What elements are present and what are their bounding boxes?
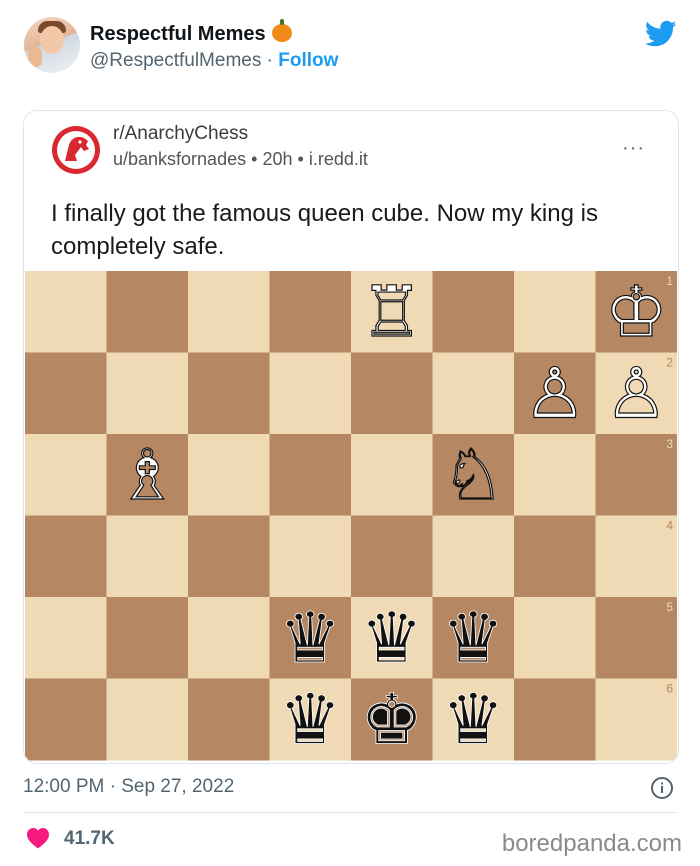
chess-board-image[interactable]: 1 2 3 4 5 6 ♖ ♔ ♙ ♙ ♗ ♘ ♛ ♛ ♛ ♛ ♚ ♛ bbox=[25, 271, 677, 763]
black-queen-icon: ♛ bbox=[360, 597, 423, 679]
board-square bbox=[106, 597, 189, 679]
rank-label: 4 bbox=[666, 519, 673, 533]
divider bbox=[23, 812, 677, 813]
board-square bbox=[514, 434, 596, 516]
pumpkin-icon bbox=[271, 19, 292, 42]
board-square bbox=[514, 271, 596, 353]
twitter-bird-icon[interactable] bbox=[645, 20, 677, 48]
post-domain[interactable]: i.redd.it bbox=[309, 149, 368, 169]
board-square bbox=[25, 515, 107, 598]
board-square bbox=[188, 352, 270, 435]
like-count[interactable]: 41.7K bbox=[64, 828, 115, 850]
board-square bbox=[595, 515, 677, 598]
board-square bbox=[269, 434, 352, 516]
board-square bbox=[106, 678, 189, 761]
board-square bbox=[595, 678, 677, 761]
board-square bbox=[188, 515, 270, 598]
board-square bbox=[106, 271, 189, 353]
board-square bbox=[188, 434, 270, 516]
white-pawn-icon: ♙ bbox=[523, 352, 586, 434]
rank-label: 3 bbox=[666, 437, 673, 451]
board-square bbox=[514, 597, 596, 679]
rank-label: 6 bbox=[666, 682, 673, 696]
board-square bbox=[25, 678, 107, 761]
board-square bbox=[595, 597, 677, 679]
subreddit-knight-logo bbox=[52, 126, 100, 174]
handle-row: @RespectfulMemes · Follow bbox=[90, 50, 338, 72]
board-square bbox=[106, 515, 189, 598]
black-queen-icon: ♛ bbox=[279, 597, 342, 679]
black-queen-icon: ♛ bbox=[279, 678, 342, 760]
meta-dot: • bbox=[297, 149, 304, 169]
board-square bbox=[188, 271, 270, 353]
author-avatar[interactable] bbox=[24, 17, 80, 73]
board-square bbox=[106, 352, 189, 435]
board-square bbox=[595, 434, 677, 516]
watermark: boredpanda.com bbox=[501, 830, 682, 857]
author-name-text[interactable]: Respectful Memes bbox=[90, 23, 266, 45]
tweet-header: Respectful Memes @RespectfulMemes · Foll… bbox=[0, 0, 700, 100]
post-author[interactable]: u/banksfornades bbox=[113, 149, 246, 169]
rank-label: 5 bbox=[666, 600, 673, 614]
white-king-icon: ♔ bbox=[605, 271, 668, 353]
board-square bbox=[25, 434, 107, 516]
separator: · bbox=[266, 50, 273, 71]
follow-button[interactable]: Follow bbox=[278, 50, 338, 71]
board-square bbox=[188, 597, 270, 679]
board-square bbox=[514, 678, 596, 761]
board-square bbox=[514, 515, 596, 598]
board-square bbox=[351, 434, 433, 516]
black-queen-icon: ♛ bbox=[442, 597, 505, 679]
board-square bbox=[432, 271, 515, 353]
board-square bbox=[188, 678, 270, 761]
board-square bbox=[25, 597, 107, 679]
white-pawn-icon: ♙ bbox=[605, 352, 668, 434]
board-square bbox=[269, 352, 352, 435]
tweet-timestamp[interactable]: 12:00 PM · Sep 27, 2022 bbox=[23, 776, 234, 798]
heart-icon[interactable] bbox=[26, 827, 50, 849]
white-bishop-icon: ♗ bbox=[116, 434, 179, 516]
post-age: 20h bbox=[262, 149, 293, 169]
white-knight-icon: ♘ bbox=[442, 434, 505, 516]
black-king-icon: ♚ bbox=[360, 678, 423, 760]
author-name[interactable]: Respectful Memes bbox=[90, 19, 292, 46]
meta-dot: • bbox=[251, 149, 258, 169]
subreddit-name[interactable]: r/AnarchyChess bbox=[113, 123, 248, 145]
chess-board: 123456♖ ♔♙ ♙♗ ♘♛ ♛ ♛♛ ♚ ♛ bbox=[25, 271, 677, 761]
board-square bbox=[269, 271, 352, 353]
black-queen-icon: ♛ bbox=[442, 678, 505, 760]
post-meta: u/banksfornades • 20h • i.redd.it bbox=[113, 149, 368, 170]
board-square bbox=[25, 271, 107, 353]
board-square bbox=[269, 515, 352, 598]
reddit-post-card[interactable]: r/AnarchyChess u/banksfornades • 20h • i… bbox=[23, 110, 679, 764]
more-options-icon[interactable]: ··· bbox=[622, 137, 645, 160]
board-square bbox=[432, 515, 515, 598]
author-handle[interactable]: @RespectfulMemes bbox=[90, 50, 261, 71]
board-square bbox=[351, 515, 433, 598]
board-square bbox=[25, 352, 107, 435]
board-square bbox=[432, 352, 515, 435]
board-square bbox=[351, 352, 433, 435]
post-title: I finally got the famous queen cube. Now… bbox=[51, 200, 598, 260]
info-icon[interactable] bbox=[650, 776, 674, 800]
white-rook-icon: ♖ bbox=[360, 271, 423, 353]
